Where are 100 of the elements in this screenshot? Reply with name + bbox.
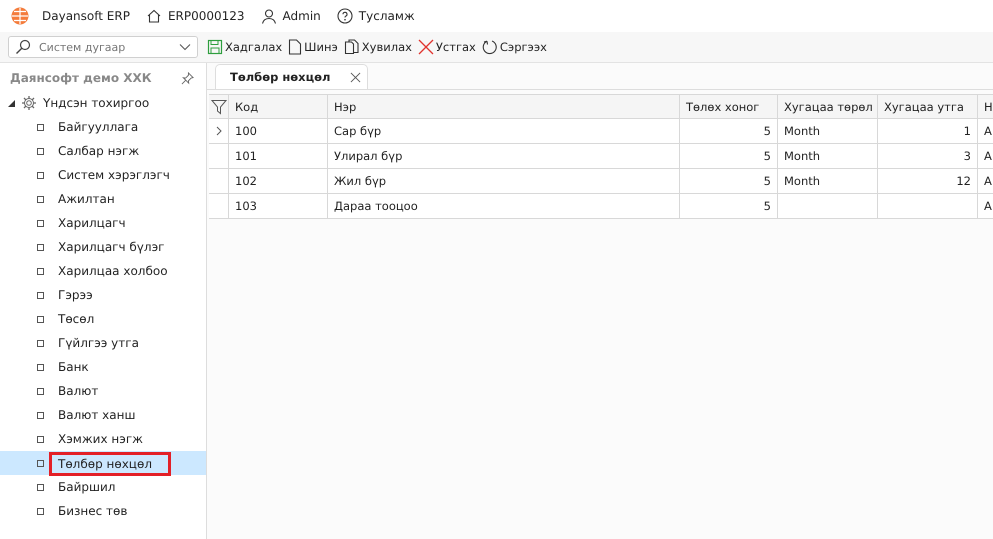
square-icon (37, 268, 44, 274)
column-header[interactable]: Код (229, 94, 328, 119)
table-cell: А (978, 119, 993, 144)
table-cell: 5 (680, 194, 778, 219)
tree-item-label: Валют ханш (58, 408, 136, 422)
column-header[interactable]: Төлөх хоног (680, 94, 778, 119)
tree-item[interactable]: Гэрээ (0, 283, 206, 307)
column-header[interactable]: Нэр (328, 94, 680, 119)
column-header[interactable]: Хугацаа төрөл (778, 94, 878, 119)
tree-item[interactable]: Байгууллага (0, 115, 206, 139)
help-link[interactable]: Тусламж (358, 9, 415, 23)
tree-item-label: Систем хэрэглэгч (58, 168, 170, 182)
square-icon (37, 364, 44, 370)
chevron-down-icon (179, 43, 191, 51)
table-cell: Month (778, 144, 878, 169)
square-icon (37, 124, 44, 130)
tree-item[interactable]: Төсөл (0, 307, 206, 331)
table-cell: Улирал бүр (328, 144, 680, 169)
search-input[interactable]: Систем дугаар (37, 40, 173, 54)
search-field[interactable]: Систем дугаар (8, 36, 198, 58)
globe-logo-icon (10, 6, 30, 26)
tree-item[interactable]: Валют (0, 379, 206, 403)
square-icon (37, 316, 44, 322)
toolbar-button[interactable]: Шинэ (285, 39, 341, 55)
toolbar-button[interactable]: Сэргээх (478, 39, 550, 55)
tree-item[interactable]: Төлбөр нөхцөл (0, 451, 206, 475)
tree-item[interactable]: Валют ханш (0, 403, 206, 427)
square-icon (37, 460, 44, 466)
table-cell: Month (778, 119, 878, 144)
column-header[interactable]: Н (978, 94, 993, 119)
search-icon (15, 39, 31, 55)
tree-item-label: Валют (58, 384, 98, 398)
filter-header-cell[interactable] (209, 94, 229, 119)
square-icon (37, 196, 44, 202)
square-icon (37, 412, 44, 418)
table-cell: 5 (680, 169, 778, 194)
document-icon (288, 39, 302, 55)
square-icon (37, 292, 44, 298)
tree-item-label: Бизнес төв (58, 504, 128, 518)
table-cell: 12 (878, 169, 978, 194)
tree-item-label: Гүйлгээ утга (58, 336, 139, 350)
company-title: Даянсофт демо ХХК (10, 71, 152, 85)
tree-item-label: Гэрээ (58, 288, 93, 302)
square-icon (37, 436, 44, 442)
row-indicator-cell (209, 194, 229, 219)
tree-node-label: Үндсэн тохиргоо (43, 96, 150, 110)
app-name[interactable]: Dayansoft ERP (42, 9, 130, 23)
square-icon (37, 148, 44, 154)
pin-icon[interactable] (181, 72, 194, 84)
tree-item[interactable]: Харилцагч бүлэг (0, 235, 206, 259)
close-icon[interactable] (350, 72, 362, 82)
tree-item[interactable]: Бизнес төв (0, 499, 206, 523)
tree-item-label: Харилцаа холбоо (58, 264, 168, 278)
table-cell: А (978, 169, 993, 194)
home-icon (146, 8, 162, 24)
system-number[interactable]: ERP0000123 (168, 9, 245, 23)
tree-item[interactable]: Гүйлгээ утга (0, 331, 206, 355)
tree-item-label: Хэмжих нэгж (58, 432, 143, 446)
toolbar-button[interactable]: Хувилах (340, 39, 415, 55)
table-cell: А (978, 144, 993, 169)
tree-item[interactable]: Байршил (0, 475, 206, 499)
tree-item-label: Байршил (58, 480, 116, 494)
tree-item-label: Харилцагч (58, 216, 126, 230)
table-cell: 101 (229, 144, 328, 169)
table-cell: Жил бүр (328, 169, 680, 194)
user-name[interactable]: Admin (282, 9, 321, 23)
tree-item[interactable]: Ажилтан (0, 187, 206, 211)
table-cell: 100 (229, 119, 328, 144)
tree-item-label: Байгууллага (58, 120, 138, 134)
square-icon (37, 172, 44, 178)
tree-item[interactable]: Харилцагч (0, 211, 206, 235)
table-cell: 102 (229, 169, 328, 194)
tree-item-label: Ажилтан (58, 192, 115, 206)
document-tab[interactable]: Төлбөр нөхцөл (215, 64, 368, 89)
tree-item-label: Харилцагч бүлэг (58, 240, 164, 254)
table-cell: Дараа тооцоо (328, 194, 680, 219)
tree-item-label: Төсөл (58, 312, 94, 326)
toolbar-button[interactable]: Устгах (414, 39, 479, 55)
table-cell: Month (778, 169, 878, 194)
table-cell: Сар бүр (328, 119, 680, 144)
tree-item[interactable]: Банк (0, 355, 206, 379)
table-cell: 103 (229, 194, 328, 219)
tree-node[interactable]: Үндсэн тохиргоо (0, 91, 206, 115)
square-icon (37, 244, 44, 250)
tree-item-label: Салбар нэгж (58, 144, 140, 158)
tree-item[interactable]: Хэмжих нэгж (0, 427, 206, 451)
gear-icon (21, 95, 37, 111)
filter-icon (210, 98, 226, 114)
table-cell: 1 (878, 119, 978, 144)
column-header[interactable]: Хугацаа утга (878, 94, 978, 119)
tree-item[interactable]: Систем хэрэглэгч (0, 163, 206, 187)
copy-icon (344, 39, 360, 55)
toolbar-button[interactable]: Хадгалах (204, 39, 286, 55)
tree-item-label: Банк (58, 360, 89, 374)
square-icon (37, 220, 44, 226)
table-cell: 3 (878, 144, 978, 169)
tree-item[interactable]: Салбар нэгж (0, 139, 206, 163)
tree-item[interactable]: Харилцаа холбоо (0, 259, 206, 283)
table-cell: 5 (680, 144, 778, 169)
square-icon (37, 340, 44, 346)
